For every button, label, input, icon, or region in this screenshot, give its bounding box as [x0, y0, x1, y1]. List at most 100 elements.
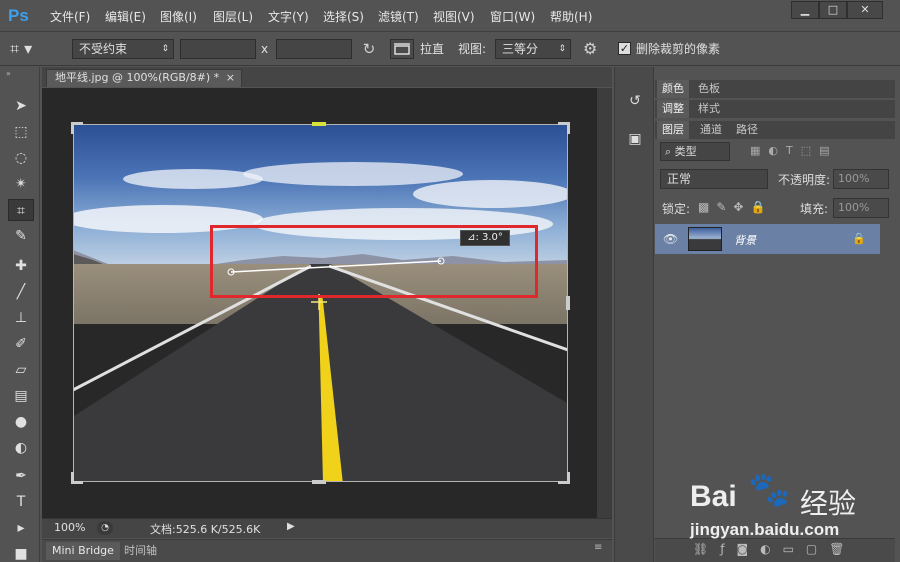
panel-menu-icon[interactable]: ≡ [594, 542, 602, 553]
opacity-field[interactable]: 100% [833, 169, 889, 189]
minimize-button[interactable]: ▁ [791, 1, 819, 19]
crop-tool-preset-icon[interactable]: ⌗ ▾ [10, 37, 60, 61]
crop-handle-right[interactable] [566, 296, 570, 310]
path-selection-tool-icon[interactable]: ▸ [8, 517, 34, 539]
tab-layers[interactable]: 图层 [657, 121, 689, 139]
view-select-value: 三等分 [502, 42, 539, 56]
maximize-button[interactable]: □ [819, 1, 847, 19]
straighten-label[interactable]: 拉直 [420, 41, 444, 57]
crop-handle-bottom[interactable] [312, 480, 326, 484]
x-label: x [261, 42, 269, 56]
tab-adjustments[interactable]: 调整 [657, 100, 689, 118]
panel-icon-strip: ↺ ▣ [614, 67, 654, 562]
ratio-select[interactable]: 不受约束 ⇕ [72, 39, 174, 59]
play-icon[interactable]: ▶ [287, 521, 295, 532]
straighten-icon[interactable] [390, 39, 414, 59]
watermark-brand: Bai [690, 480, 737, 513]
layers-panel-tabs: 图层 通道 路径 [655, 121, 895, 139]
lock-label: 锁定: [662, 202, 691, 216]
status-bar: 100% ◔ 文档:525.6 K/525.6K ▶ [42, 518, 612, 538]
width-field[interactable] [180, 39, 256, 59]
crop-handle-top-right[interactable] [558, 122, 570, 134]
lasso-tool-icon[interactable]: ◌ [8, 147, 34, 169]
lock-icon: 🔒 [852, 232, 866, 245]
collapse-icon[interactable]: » [6, 69, 11, 78]
watermark-url: jingyan.baidu.com [690, 520, 840, 539]
dodge-tool-icon[interactable]: ◐ [8, 437, 34, 459]
clone-stamp-tool-icon[interactable]: ⊥ [8, 307, 34, 329]
delete-cropped-checkbox[interactable]: ✓ [618, 42, 631, 55]
blur-tool-icon[interactable]: ● [8, 411, 34, 433]
menu-help[interactable]: 帮助(H) [550, 8, 592, 26]
crop-handle-bottom-right[interactable] [558, 472, 570, 484]
tools-panel: » ➤ ⬚ ◌ ✴ ⌗ ✎ ✚ ╱ ⊥ ✐ ▱ ▤ ● ◐ ✒ T ▸ ■ [0, 67, 40, 562]
layer-name[interactable]: 背景 [734, 232, 756, 248]
vertical-scrollbar[interactable] [597, 88, 612, 518]
adjust-panel-tabs: 调整 样式 [655, 100, 895, 118]
tab-channels[interactable]: 通道 [695, 121, 727, 139]
menu-image[interactable]: 图像(I) [160, 8, 197, 26]
eye-icon[interactable]: 👁 [663, 232, 678, 246]
marquee-tool-icon[interactable]: ⬚ [8, 121, 34, 143]
lock-icons[interactable]: ▩✎✥🔒 [698, 200, 778, 216]
menu-type[interactable]: 文字(Y) [268, 8, 309, 26]
eyedropper-tool-icon[interactable]: ✎ [8, 225, 34, 247]
properties-panel-icon[interactable]: ▣ [625, 131, 645, 151]
gear-icon[interactable]: ⚙ [583, 38, 605, 60]
paw-icon: 🐾 [748, 470, 791, 510]
close-tab-icon[interactable]: × [226, 70, 235, 86]
crop-handle-top[interactable] [312, 122, 326, 126]
photoshop-window: Ps 文件(F) 编辑(E) 图像(I) 图层(L) 文字(Y) 选择(S) 滤… [0, 0, 900, 562]
move-tool-icon[interactable]: ➤ [8, 95, 34, 117]
history-panel-icon[interactable]: ↺ [625, 93, 645, 113]
layer-thumbnail [688, 227, 722, 251]
color-panel-tabs: 颜色 色板 [655, 80, 895, 98]
tab-color[interactable]: 颜色 [657, 80, 689, 98]
doc-info: 文档:525.6 K/525.6K [150, 523, 261, 536]
ratio-select-value: 不受约束 [79, 42, 128, 56]
fill-field[interactable]: 100% [833, 198, 889, 218]
menu-view[interactable]: 视图(V) [433, 8, 475, 26]
share-icon[interactable]: ◔ [97, 521, 113, 535]
tab-swatches[interactable]: 色板 [693, 80, 725, 98]
menu-file[interactable]: 文件(F) [50, 8, 90, 26]
menu-select[interactable]: 选择(S) [323, 8, 364, 26]
menu-filter[interactable]: 滤镜(T) [378, 8, 419, 26]
pen-tool-icon[interactable]: ✒ [8, 465, 34, 487]
tab-styles[interactable]: 样式 [693, 100, 725, 118]
rotate-icon[interactable]: ↻ [358, 39, 380, 59]
layer-filter-icons[interactable]: ▦◐T⬚▤ [750, 144, 870, 159]
menu-bar: Ps 文件(F) 编辑(E) 图像(I) 图层(L) 文字(Y) 选择(S) 滤… [0, 0, 900, 32]
rectangle-tool-icon[interactable]: ■ [8, 543, 34, 562]
zoom-level[interactable]: 100% [54, 521, 85, 534]
blend-mode-value: 正常 [667, 172, 692, 186]
menu-edit[interactable]: 编辑(E) [105, 8, 146, 26]
layer-filter-select[interactable]: ⌕ 类型 [660, 142, 730, 161]
healing-brush-tool-icon[interactable]: ✚ [8, 255, 34, 277]
view-select[interactable]: 三等分 ⇕ [495, 39, 571, 59]
options-bar: ⌗ ▾ 不受约束 ⇕ x ↻ 拉直 视图: 三等分 ⇕ ⚙ ✓ 删除裁剪的像素 [0, 33, 900, 66]
bottom-panel-tabs: Mini Bridge 时间轴 ≡ [42, 539, 612, 562]
angle-tooltip: ⊿: 3.0° [460, 230, 510, 246]
brush-tool-icon[interactable]: ╱ [8, 281, 34, 303]
baidu-watermark: Bai 🐾 经验 jingyan.baidu.com [690, 464, 890, 554]
eraser-tool-icon[interactable]: ▱ [8, 359, 34, 381]
gradient-tool-icon[interactable]: ▤ [8, 385, 34, 407]
ps-logo: Ps [8, 6, 29, 25]
magic-wand-tool-icon[interactable]: ✴ [8, 173, 34, 195]
crop-handle-bottom-left[interactable] [71, 472, 83, 484]
blend-mode-select[interactable]: 正常 [660, 169, 768, 189]
crop-tool-icon[interactable]: ⌗ [8, 199, 34, 221]
tab-mini-bridge[interactable]: Mini Bridge [46, 542, 120, 560]
menu-layer[interactable]: 图层(L) [213, 8, 253, 26]
crop-box[interactable] [73, 124, 568, 482]
tab-timeline[interactable]: 时间轴 [124, 542, 157, 560]
close-button[interactable]: ✕ [847, 1, 883, 19]
history-brush-tool-icon[interactable]: ✐ [8, 333, 34, 355]
menu-window[interactable]: 窗口(W) [490, 8, 535, 26]
crop-handle-top-left[interactable] [71, 122, 83, 134]
tab-paths[interactable]: 路径 [731, 121, 763, 139]
type-tool-icon[interactable]: T [8, 491, 34, 513]
document-tab[interactable]: 地平线.jpg @ 100%(RGB/8#) * × [46, 69, 242, 87]
height-field[interactable] [276, 39, 352, 59]
